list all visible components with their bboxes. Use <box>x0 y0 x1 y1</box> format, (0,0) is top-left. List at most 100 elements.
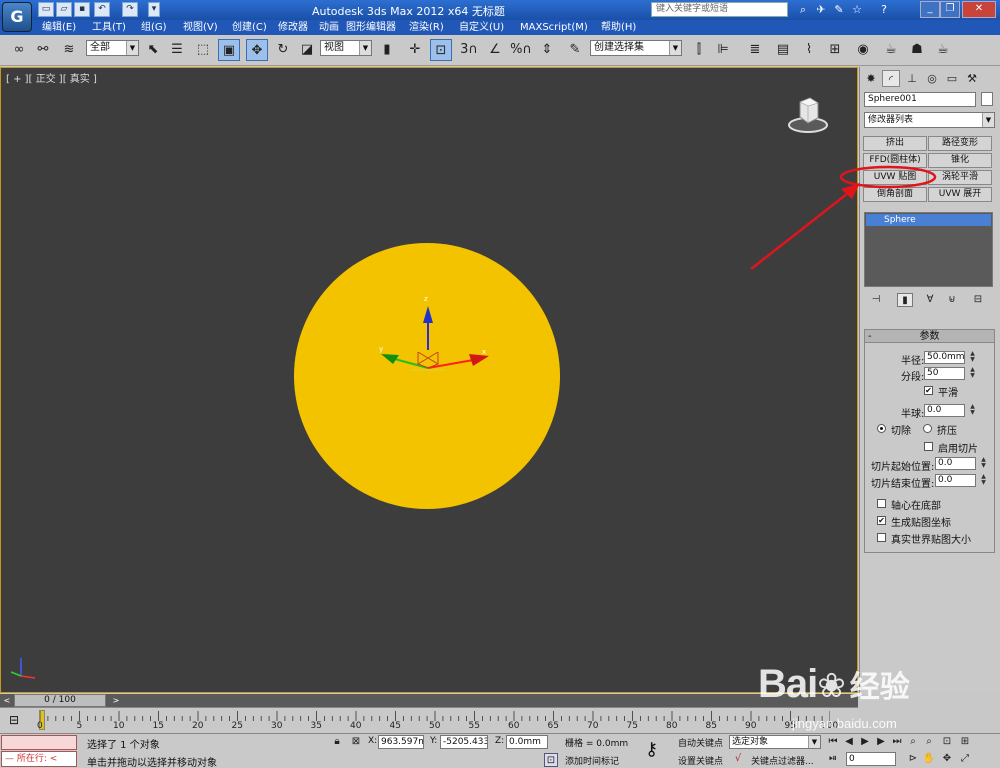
angle-snap-icon[interactable]: ∠ <box>484 39 506 61</box>
menu-graph-editors[interactable]: 图形编辑器 <box>346 21 396 34</box>
path-deform-button[interactable]: 路径变形 <box>928 136 992 151</box>
zoom-all-icon[interactable]: ⌕ <box>922 735 936 749</box>
menu-edit[interactable]: 编辑(E) <box>42 21 76 34</box>
unlink-icon[interactable]: ⚯ <box>32 39 54 61</box>
close-button[interactable]: ✕ <box>962 1 996 18</box>
window-crossing-icon[interactable]: ▣ <box>218 39 240 61</box>
app-logo-button[interactable]: G <box>2 2 32 32</box>
add-time-tag[interactable]: 添加时间标记 <box>565 754 619 767</box>
align-icon[interactable]: ⊫ <box>712 39 734 61</box>
menu-views[interactable]: 视图(V) <box>183 21 218 34</box>
help-icon[interactable]: ? <box>876 2 892 17</box>
save-file-icon[interactable]: ▪ <box>74 2 90 17</box>
taper-button[interactable]: 锥化 <box>928 153 992 168</box>
enable-slice-checkbox[interactable] <box>924 442 933 451</box>
remove-modifier-icon[interactable]: ⊌ <box>944 293 960 307</box>
unwrap-uvw-button[interactable]: UVW 展开 <box>928 187 992 202</box>
render-setup-icon[interactable]: ☕ <box>880 39 902 61</box>
material-editor-icon[interactable]: ◉ <box>852 39 874 61</box>
zoom-extents-icon[interactable]: ⊡ <box>940 735 954 749</box>
play-icon[interactable]: ▶ <box>858 735 872 749</box>
object-color-swatch[interactable] <box>981 92 993 106</box>
radius-spinner-icon[interactable]: ▲ ▼ <box>968 351 977 364</box>
mirror-icon[interactable]: ⫿ <box>688 39 710 61</box>
bevel-profile-button[interactable]: 倒角剖面 <box>863 187 927 202</box>
zoom-icon[interactable]: ⌕ <box>906 735 920 749</box>
selection-set-dropdown[interactable]: 选定对象 ▼ <box>729 735 821 749</box>
auto-key-button[interactable]: 自动关键点 <box>678 736 723 749</box>
move-gizmo[interactable]: z x y <box>371 290 501 380</box>
maxscript-listener-field[interactable] <box>1 735 77 750</box>
rollout-header[interactable]: - 参数 <box>865 330 994 343</box>
turbosmooth-button[interactable]: 涡轮平滑 <box>928 170 992 185</box>
select-and-rotate-icon[interactable]: ↻ <box>272 39 294 61</box>
smooth-checkbox[interactable]: ✔ <box>924 386 933 395</box>
select-and-scale-icon[interactable]: ◪ <box>296 39 318 61</box>
menu-rendering[interactable]: 渲染(R) <box>409 21 444 34</box>
segments-field[interactable]: 50 <box>924 367 965 380</box>
selection-filter-dropdown[interactable]: 全部 ▼ <box>86 40 139 56</box>
create-tab-icon[interactable]: ✸ <box>862 70 880 87</box>
spinner-snap-icon[interactable]: ⇕ <box>536 39 558 61</box>
extrude-button[interactable]: 挤出 <box>863 136 927 151</box>
pin-stack-icon[interactable]: ⊣ <box>868 293 884 307</box>
mini-curve-editor-icon[interactable]: ⊟ <box>4 711 24 729</box>
menu-maxscript[interactable]: MAXScript(M) <box>520 21 588 34</box>
favorites-icon[interactable]: ☆ <box>849 2 865 17</box>
curve-editor-icon[interactable]: ⌇ <box>798 39 820 61</box>
layer-manager-icon[interactable]: ≣ <box>744 39 766 61</box>
next-frame-arrow-icon[interactable]: > <box>110 694 122 707</box>
hemisphere-field[interactable]: 0.0 <box>924 404 965 417</box>
maximize-viewport-icon[interactable]: ⤢ <box>958 752 972 766</box>
current-frame-field[interactable]: 0 <box>846 752 896 766</box>
rectangular-selection-icon[interactable]: ⬚ <box>192 39 214 61</box>
slice-to-field[interactable]: 0.0 <box>935 474 976 487</box>
time-slider-thumb[interactable]: 0 / 100 <box>14 694 106 707</box>
chop-radio[interactable] <box>877 424 886 433</box>
real-world-map-checkbox[interactable] <box>877 533 886 542</box>
absolute-mode-icon[interactable]: ⊠ <box>349 735 363 749</box>
orbit-icon[interactable]: ✥ <box>940 752 954 766</box>
menu-create[interactable]: 创建(C) <box>232 21 267 34</box>
zoom-extents-all-icon[interactable]: ⊞ <box>958 735 972 749</box>
key-filters-button[interactable]: 关键点过滤器... <box>751 754 814 767</box>
quick-access-dropdown-icon[interactable]: ▾ <box>148 2 160 17</box>
menu-tools[interactable]: 工具(T) <box>92 21 126 34</box>
schematic-view-icon[interactable]: ⊞ <box>824 39 846 61</box>
undo-icon[interactable]: ↶ <box>94 2 110 17</box>
set-key-icon[interactable]: ⚷ <box>645 741 671 759</box>
redo-icon[interactable]: ↷ <box>122 2 138 17</box>
track-bar[interactable]: ⊟ 0 5 10 15 20 25 30 35 40 45 50 55 60 65 70 75 80 85 90 95… <box>0 707 858 733</box>
go-to-end-icon[interactable]: ⏭ <box>890 735 904 749</box>
slice-to-spinner-icon[interactable]: ▲ ▼ <box>979 474 988 487</box>
previous-frame-icon[interactable]: ◀ <box>842 735 856 749</box>
field-of-view-icon[interactable]: ⊳ <box>906 752 920 766</box>
segments-spinner-icon[interactable]: ▲ ▼ <box>968 367 977 380</box>
menu-animation[interactable]: 动画 <box>319 21 339 34</box>
minimize-button[interactable]: _ <box>920 1 940 18</box>
prev-frame-arrow-icon[interactable]: < <box>1 694 13 707</box>
slice-from-spinner-icon[interactable]: ▲ ▼ <box>979 457 988 470</box>
viewport-label[interactable]: [ + ][ 正交 ][ 真实 ] <box>6 70 97 85</box>
ffd-cylinder-button[interactable]: FFD(圆柱体) <box>863 153 927 168</box>
set-key-button[interactable]: 设置关键点 <box>678 754 723 767</box>
radius-field[interactable]: 50.0mm <box>924 351 965 364</box>
configure-modifier-sets-icon[interactable]: ⊟ <box>970 293 986 307</box>
motion-tab-icon[interactable]: ◎ <box>923 70 941 87</box>
utilities-tab-icon[interactable]: ⚒ <box>963 70 981 87</box>
rendered-frame-icon[interactable]: ☗ <box>906 39 928 61</box>
stack-item-sphere[interactable]: Sphere <box>866 214 991 226</box>
pivot-center-icon[interactable]: ▮ <box>376 39 398 61</box>
show-end-result-icon[interactable]: ▮ <box>897 293 913 307</box>
key-mode-icon[interactable]: √ <box>731 752 745 766</box>
binoculars-icon[interactable]: ⌕ <box>795 2 811 17</box>
render-production-icon[interactable]: ☕ <box>932 39 954 61</box>
y-coord-field[interactable]: -5205.433 <box>440 735 488 749</box>
select-by-name-icon[interactable]: ☰ <box>166 39 188 61</box>
maxscript-mini-listener[interactable]: — 所在行: < <box>1 751 77 767</box>
modify-tab-icon[interactable]: ◜ <box>882 70 900 87</box>
percent-snap-icon[interactable]: %∩ <box>510 39 532 61</box>
slice-from-field[interactable]: 0.0 <box>935 457 976 470</box>
help-search-input[interactable]: 键入关键字或短语 <box>651 2 788 17</box>
new-file-icon[interactable]: ▭ <box>38 2 54 17</box>
